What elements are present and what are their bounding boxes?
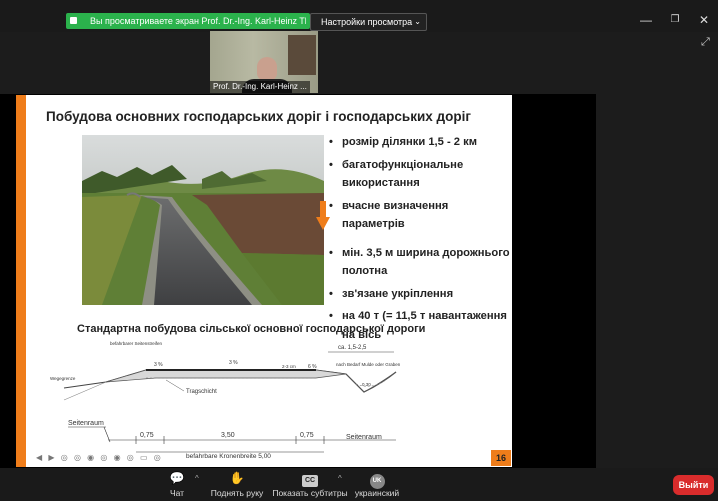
diagram-label: ca. 1,5-2,5 (338, 345, 367, 351)
chat-label: Чат (169, 488, 185, 498)
video-shelf (288, 35, 316, 75)
show-subtitles-label: Показать субтитры (272, 488, 348, 498)
bullet-item: мін. 3,5 м ширина дорожнього полотна (329, 244, 512, 281)
chevron-down-icon: ⌄ (414, 17, 421, 26)
bullet-list: розмір ділянки 1,5 - 2 км багатофункціон… (329, 133, 512, 344)
bullet-item: зв'язане укріплення (329, 285, 512, 304)
slide-subtitle: Стандартна побудова сільської основної г… (77, 323, 426, 335)
title-bar: Вы просматриваете экран Prof. Dr.-Ing. K… (0, 0, 718, 32)
slide-navigation-controls[interactable]: ◀ ▶ ◎ ◎ ◉ ◎ ◉ ◎ ▭ ◎ (36, 453, 163, 462)
chat-icon: 💬 (169, 471, 185, 485)
diagram-label: Wegegrenze (50, 376, 76, 381)
diagram-label: 3 % (229, 360, 238, 366)
hand-icon: ✋ (229, 471, 245, 485)
share-banner-text: Вы просматриваете экран Prof. Dr.-Ing. K… (90, 16, 306, 26)
video-person-head (257, 57, 277, 81)
dimension-label: 0,75 (300, 432, 314, 439)
participant-name: Prof. Dr.-Ing. Karl-Heinz ... (210, 81, 310, 93)
fullscreen-icon[interactable]: ⤢ (701, 36, 710, 49)
view-options-label: Настройки просмотра (321, 17, 413, 27)
arrow-down-icon (316, 201, 330, 236)
diagram-label: 6 % (308, 364, 317, 370)
shared-screen: Побудова основних господарських доріг і … (0, 94, 596, 468)
close-button[interactable]: ✕ (695, 12, 713, 28)
diagram-label: nach Bedarf Mulde oder Graben (336, 362, 401, 367)
slide-page-number: 16 (491, 450, 511, 466)
language-button[interactable]: UK украинский (352, 471, 402, 498)
road-cross-section-diagram: befahrbarer Seitenstreifen Wegegrenze Tr… (46, 340, 486, 460)
meeting-toolbar: 💬 Чат ^ ✋ Поднять руку CC Показать субти… (0, 468, 718, 501)
slide-accent-bar (16, 95, 26, 467)
bullet-item: розмір ділянки 1,5 - 2 км (329, 133, 512, 152)
diagram-label: 2-3 cm (282, 364, 296, 369)
share-screen-icon (70, 17, 77, 24)
slide-title: Побудова основних господарських доріг і … (46, 109, 471, 124)
bullet-item: багатофункціональне використання (329, 156, 512, 193)
diagram-label: 3 % (154, 362, 163, 368)
dimension-label: 0,75 (140, 432, 154, 439)
screen-share-banner[interactable]: Вы просматриваете экран Prof. Dr.-Ing. K… (66, 13, 310, 29)
view-options-button[interactable]: Настройки просмотра ⌄ (310, 13, 427, 31)
chat-button[interactable]: 💬 Чат (160, 471, 194, 498)
participant-video[interactable]: Prof. Dr.-Ing. Karl-Heinz ... (210, 31, 318, 93)
raise-hand-button[interactable]: ✋ Поднять руку (207, 471, 267, 498)
raise-hand-label: Поднять руку (210, 488, 264, 498)
language-icon: UK (352, 471, 402, 489)
minimize-button[interactable]: — (637, 12, 655, 28)
maximize-button[interactable]: ❐ (666, 12, 684, 28)
dimension-label: Seitenraum (68, 420, 104, 427)
diagram-label: Tragschicht (186, 389, 217, 395)
road-photo (82, 135, 324, 305)
diagram-label: 0,30 (362, 382, 371, 387)
dimension-label: 3,50 (221, 432, 235, 439)
dimension-label: befahrbare Kronenbreite 5,00 (186, 453, 271, 460)
presentation-slide: Побудова основних господарських доріг і … (16, 95, 512, 467)
diagram-label: befahrbarer Seitenstreifen (110, 341, 163, 346)
exit-button[interactable]: Выйти (673, 475, 714, 495)
bullet-item: вчасне визначення параметрів (329, 197, 512, 234)
subtitles-caret-icon[interactable]: ^ (338, 474, 342, 483)
chat-caret-icon[interactable]: ^ (195, 474, 199, 483)
language-label: украинский (354, 488, 400, 498)
